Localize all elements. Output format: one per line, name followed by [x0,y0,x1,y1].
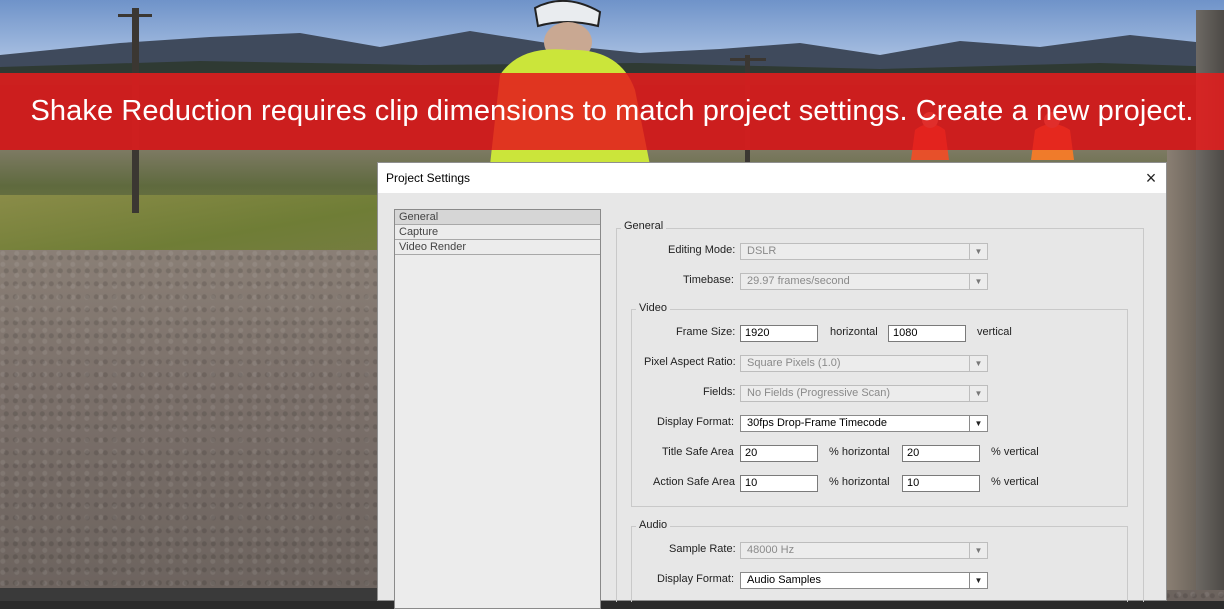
chevron-down-icon: ▼ [969,543,987,558]
chevron-down-icon: ▼ [969,416,987,431]
editing-mode-label: Editing Mode: [668,244,736,256]
video-display-format-value: 30fps Drop-Frame Timecode [747,417,887,429]
action-safe-label: Action Safe Area [653,476,735,488]
action-safe-vertical-input[interactable]: 10 [902,475,980,492]
sample-rate-value: 48000 Hz [747,544,795,556]
audio-display-format-label: Display Format: [657,573,735,585]
frame-height-input[interactable]: 1080 [888,325,966,342]
title-safe-horizontal-unit: % horizontal [829,446,890,458]
dialog-title: Project Settings [386,171,471,185]
frame-vertical-label: vertical [977,326,1012,338]
pixel-aspect-label: Pixel Aspect Ratio: [644,356,736,368]
sample-rate-select[interactable]: 48000 Hz ▼ [740,542,988,559]
warning-banner-text: Shake Reduction requires clip dimensions… [30,95,1194,127]
utility-pole-crossbar [118,14,152,17]
road-edge [1167,150,1197,590]
action-safe-horizontal-unit: % horizontal [829,476,890,488]
general-group-label: General [621,220,667,232]
sample-rate-label: Sample Rate: [669,543,736,555]
nav-item-video-render[interactable]: Video Render [395,240,600,255]
video-display-format-label: Display Format: [657,416,735,428]
audio-display-format-value: Audio Samples [747,574,821,586]
timebase-value: 29.97 frames/second [747,275,850,287]
chevron-down-icon: ▼ [969,356,987,371]
chevron-down-icon: ▼ [969,244,987,259]
bottom-bar [0,588,380,601]
timebase-label: Timebase: [683,274,734,286]
frame-horizontal-label: horizontal [830,326,878,338]
fields-select[interactable]: No Fields (Progressive Scan) ▼ [740,385,988,402]
close-button[interactable]: × [1136,163,1166,193]
action-safe-vertical-unit: % vertical [991,476,1039,488]
title-safe-label: Title Safe Area [662,446,734,458]
nav-item-general[interactable]: General [395,210,600,225]
audio-display-format-select[interactable]: Audio Samples ▼ [740,572,988,589]
action-safe-horizontal-input[interactable]: 10 [740,475,818,492]
fields-label: Fields: [703,386,736,398]
title-safe-horizontal-input[interactable]: 20 [740,445,818,462]
video-group-label: Video [636,302,670,314]
editing-mode-select[interactable]: DSLR ▼ [740,243,988,260]
title-safe-vertical-input[interactable]: 20 [902,445,980,462]
utility-pole-far-crossbar [730,58,766,61]
frame-width-input[interactable]: 1920 [740,325,818,342]
project-settings-dialog: Project Settings × General Capture Video… [377,162,1167,609]
chevron-down-icon: ▼ [969,386,987,401]
nav-item-capture[interactable]: Capture [395,225,600,240]
editing-mode-value: DSLR [747,245,777,257]
timebase-select[interactable]: 29.97 frames/second ▼ [740,273,988,290]
settings-category-list: General Capture Video Render [394,209,601,609]
video-display-format-select[interactable]: 30fps Drop-Frame Timecode ▼ [740,415,988,432]
title-safe-vertical-unit: % vertical [991,446,1039,458]
audio-group [631,526,1128,602]
pixel-aspect-value: Square Pixels (1.0) [747,357,841,369]
close-icon: × [1145,167,1157,188]
audio-group-label: Audio [636,519,671,531]
chevron-down-icon: ▼ [969,573,987,588]
frame-size-label: Frame Size: [676,326,736,338]
chevron-down-icon: ▼ [969,274,987,289]
dialog-titlebar[interactable]: Project Settings × [378,163,1166,193]
pixel-aspect-select[interactable]: Square Pixels (1.0) ▼ [740,355,988,372]
fields-value: No Fields (Progressive Scan) [747,387,891,399]
warning-banner: Shake Reduction requires clip dimensions… [0,73,1224,150]
